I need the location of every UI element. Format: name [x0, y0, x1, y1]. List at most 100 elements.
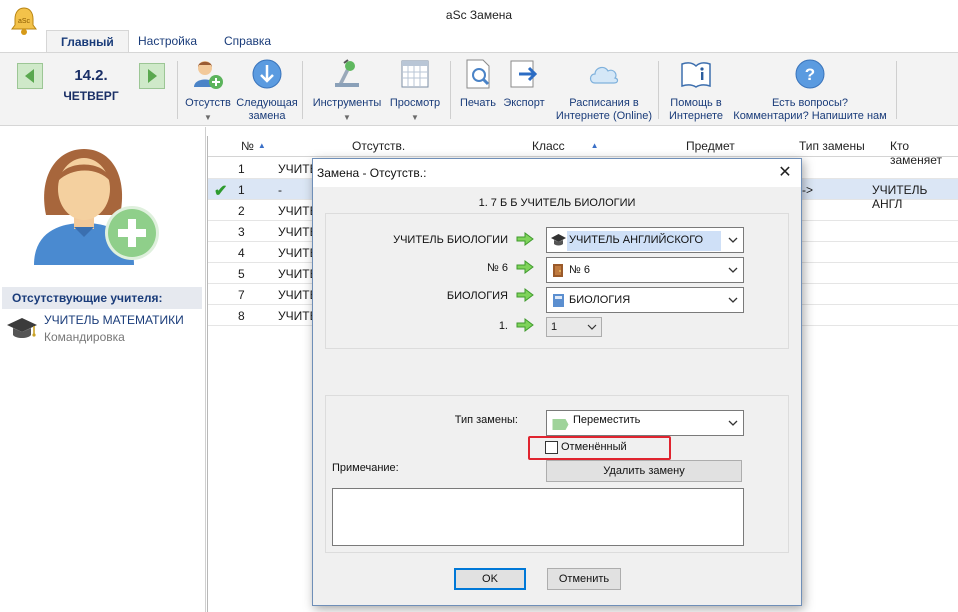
teacher-to-select[interactable]: УЧИТЕЛЬ АНГЛИЙСКОГО: [546, 227, 744, 253]
online-button-line1: Расписания в: [569, 97, 639, 109]
green-arrow-icon: [516, 232, 534, 246]
print-button[interactable]: Печать: [456, 57, 500, 110]
delete-substitution-button[interactable]: Удалить замену: [546, 460, 742, 482]
tab-help[interactable]: Справка: [210, 30, 285, 52]
export-button[interactable]: Экспорт: [500, 57, 548, 110]
dialog-heading: 1. 7 Б Б УЧИТЕЛЬ БИОЛОГИИ: [478, 197, 636, 209]
print-preview-icon: [466, 59, 490, 89]
row-number: 1: [238, 162, 245, 176]
subject-to-value: БИОЛОГИЯ: [569, 294, 631, 306]
feedback-button-line2: Комментарии? Напишите нам: [733, 110, 887, 122]
next-button-line1: Следующая: [236, 97, 298, 109]
period-to-value: 1: [551, 321, 558, 333]
note-textarea[interactable]: [332, 488, 744, 546]
close-icon[interactable]: ✕: [773, 161, 797, 185]
ribbon-tabs: Главный Настройка Справка: [0, 30, 958, 52]
green-arrow-icon: [516, 260, 534, 274]
sort-asc-icon: ▲: [257, 141, 266, 150]
chevron-down-icon: ▼: [204, 113, 212, 122]
title-bar: aSc aSc Замена: [0, 0, 958, 35]
column-header-class[interactable]: Класс ▲: [532, 139, 599, 153]
room-from-label: № 6: [487, 262, 508, 274]
chevron-down-icon: ▼: [343, 113, 351, 122]
online-help-button[interactable]: Помощь в Интернете: [664, 57, 728, 123]
chevron-down-icon: [728, 237, 738, 243]
next-button-line2: замена: [248, 110, 286, 122]
next-day-button[interactable]: [139, 63, 165, 89]
subject-to-select[interactable]: БИОЛОГИЯ: [546, 287, 744, 313]
grid-header: № ▲ Отсутств. Класс ▲ Предмет Тип замены К…: [208, 136, 958, 167]
dialog-title: Замена - Отсутств.:: [317, 166, 427, 180]
column-header-absent[interactable]: Отсутств.: [352, 139, 405, 153]
column-header-number-label: №: [241, 139, 254, 153]
cloud-icon: [589, 66, 619, 84]
row-type-arrow: ->: [802, 183, 814, 197]
tools-button-label: Инструменты: [312, 97, 382, 109]
online-button-line2: Интернете (Online): [555, 110, 653, 122]
ribbon: 14.2. ЧЕТВЕРГ Отсутств ▼ Следующая замен…: [0, 52, 958, 126]
tab-main[interactable]: Главный: [46, 30, 129, 52]
feedback-button[interactable]: ? Есть вопросы? Комментарии? Напишите на…: [728, 57, 892, 123]
cancel-button[interactable]: Отменить: [547, 568, 621, 590]
column-header-number[interactable]: № ▲: [241, 139, 266, 153]
arrow-left-icon: [25, 69, 34, 83]
ok-button[interactable]: OK: [454, 568, 526, 590]
door-icon: [553, 264, 563, 277]
room-to-value: № 6: [569, 264, 590, 276]
add-teacher-avatar-icon[interactable]: [28, 137, 168, 277]
export-button-label: Экспорт: [503, 97, 545, 109]
ribbon-separator: [896, 61, 897, 119]
absent-button[interactable]: Отсутств ▼: [182, 57, 234, 124]
book-icon: [553, 294, 564, 307]
type-value: Переместить: [573, 414, 641, 426]
teacher-to-value: УЧИТЕЛЬ АНГЛИЙСКОГО: [567, 231, 721, 251]
row-number: 4: [238, 246, 245, 260]
chevron-down-icon: [728, 297, 738, 303]
view-button[interactable]: Просмотр ▼: [386, 57, 444, 124]
svg-text:?: ?: [805, 65, 815, 84]
row-number: 7: [238, 288, 245, 302]
substitution-dialog: Замена - Отсутств.: ✕ 1. 7 Б Б УЧИТЕЛЬ Б…: [312, 158, 802, 606]
sort-asc-icon: ▲: [590, 141, 599, 150]
column-header-type[interactable]: Тип замены: [799, 139, 865, 153]
chevron-down-icon: ▼: [411, 113, 419, 122]
note-label: Примечание:: [332, 462, 399, 474]
help-button-line2: Интернете: [669, 110, 723, 122]
ribbon-separator: [450, 61, 451, 119]
user-add-icon: [194, 61, 223, 89]
period-to-select[interactable]: 1: [546, 317, 602, 337]
ribbon-separator: [658, 61, 659, 119]
export-icon: [510, 60, 538, 88]
column-header-subject[interactable]: Предмет: [686, 139, 735, 153]
row-number: 8: [238, 309, 245, 323]
absent-teacher-item[interactable]: УЧИТЕЛЬ МАТЕМАТИКИ Командировка: [6, 313, 202, 347]
window-title: aSc Замена: [445, 8, 513, 22]
row-number: 2: [238, 204, 245, 218]
green-arrow-icon: [516, 288, 534, 302]
tools-button[interactable]: Инструменты ▼: [308, 57, 386, 124]
type-label: Тип замены:: [454, 414, 518, 426]
arrow-right-icon: [148, 69, 157, 83]
absent-teacher-reason: Командировка: [44, 330, 125, 344]
next-substitution-button[interactable]: Следующая замена: [236, 57, 298, 123]
subject-from-label: БИОЛОГИЯ: [446, 290, 508, 302]
book-info-icon: [681, 62, 711, 88]
absent-teachers-header: Отсутствующие учителя:: [2, 287, 202, 309]
ribbon-separator: [177, 61, 178, 119]
graduation-cap-icon: [7, 318, 37, 338]
print-button-label: Печать: [459, 97, 497, 109]
type-select[interactable]: Переместить: [546, 410, 744, 436]
substitution-fields-group: УЧИТЕЛЬ БИОЛОГИИ УЧИТЕЛЬ АНГЛИЙСКОГО № 6…: [325, 213, 789, 349]
left-panel: Отсутствующие учителя: УЧИТЕЛЬ МАТЕМАТИК…: [0, 127, 206, 612]
absent-button-label: Отсутств: [185, 97, 231, 109]
chevron-down-icon: [728, 267, 738, 273]
green-arrow-icon: [516, 318, 534, 332]
table-view-icon: [401, 60, 429, 88]
row-number: 5: [238, 267, 245, 281]
chevron-down-icon: [587, 324, 597, 330]
prev-day-button[interactable]: [17, 63, 43, 89]
column-header-class-label: Класс: [532, 139, 565, 153]
tab-settings[interactable]: Настройка: [124, 30, 211, 52]
room-to-select[interactable]: № 6: [546, 257, 744, 283]
online-schedules-button[interactable]: Расписания в Интернете (Online): [554, 57, 654, 123]
